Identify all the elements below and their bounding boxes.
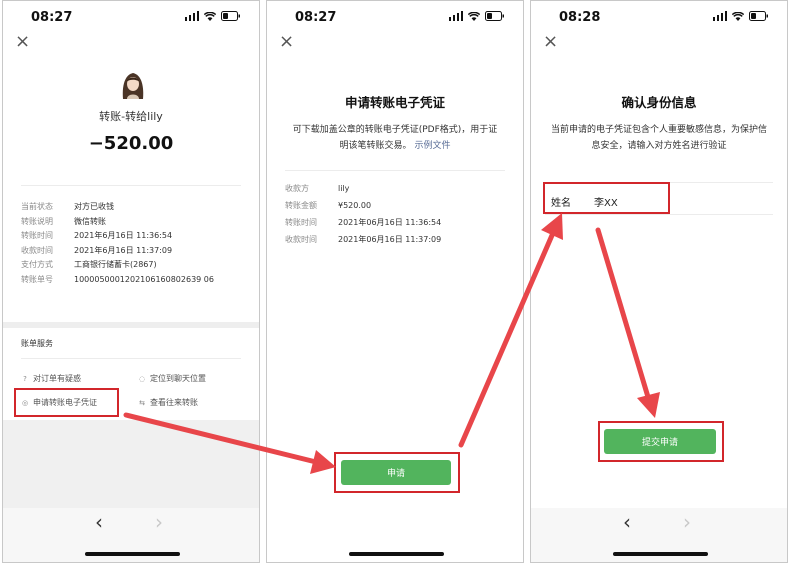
page-description: 可下载加盖公章的转账电子凭证(PDF格式)，用于证明该笔转账交易。 示例文件 xyxy=(289,122,501,154)
home-indicator xyxy=(85,552,180,556)
swap-icon: ⇆ xyxy=(139,398,145,407)
browser-nav-bar: ‹ › xyxy=(531,508,787,562)
detail-value: 微信转账 xyxy=(74,216,106,226)
divider xyxy=(21,358,241,359)
detail-value: 2021年06月16日 11:36:54 xyxy=(338,218,442,227)
cellular-signal-icon xyxy=(448,11,463,21)
voucher-detail-list: 收款方 lily 转账金额 ¥520.00 转账时间 2021年06月16日 11:3… xyxy=(285,182,513,250)
status-time: 08:27 xyxy=(295,10,337,25)
detail-key: 转账单号 xyxy=(21,274,53,284)
detail-row: 转账时间 2021年6月16日 11:36:54 xyxy=(21,229,249,244)
service-locate-chat[interactable]: ◌ 定位到聊天位置 xyxy=(138,373,206,384)
home-indicator xyxy=(613,552,708,556)
empty-area xyxy=(3,420,259,508)
phone-screen-verify-identity: 08:28 × 确认身份信息 当前申请的电子凭证包含个人重要敏感信息，为保护信息… xyxy=(530,0,788,563)
service-label: 定位到聊天位置 xyxy=(150,374,206,383)
battery-icon xyxy=(485,11,505,21)
wifi-icon xyxy=(732,11,744,21)
close-icon[interactable]: × xyxy=(279,33,294,51)
cellular-signal-icon xyxy=(712,11,727,21)
highlight-box xyxy=(334,452,460,493)
status-time: 08:28 xyxy=(559,10,601,25)
back-chevron-icon[interactable]: ‹ xyxy=(95,512,103,532)
status-bar: 08:28 xyxy=(531,8,787,28)
detail-row: 收款时间 2021年6月16日 11:37:09 xyxy=(21,244,249,259)
detail-key: 支付方式 xyxy=(21,260,53,269)
forward-chevron-icon[interactable]: › xyxy=(155,512,163,532)
detail-value: 2021年6月16日 11:37:09 xyxy=(74,245,173,255)
phone-screen-apply-voucher: 08:27 × 申请转账电子凭证 可下载加盖公章的转账电子凭证(PDF格式)，用… xyxy=(266,0,524,563)
detail-key: 转账说明 xyxy=(21,216,53,226)
detail-key: 转账金额 xyxy=(285,201,317,210)
detail-row: 当前状态 对方已收钱 xyxy=(21,200,249,215)
browser-nav-bar: ‹ › xyxy=(3,508,259,562)
divider xyxy=(21,185,241,186)
question-icon: ? xyxy=(23,374,27,383)
detail-value: 2021年6月16日 11:36:54 xyxy=(74,231,173,240)
page-description: 当前申请的电子凭证包含个人重要敏感信息，为保护信息安全，请输入对方姓名进行验证 xyxy=(550,125,767,151)
wifi-icon xyxy=(204,11,216,21)
phone-screen-bill-detail: 08:27 × 转账-转给lily −520.00 当前状态 对方已收钱 转账说明… xyxy=(2,0,260,563)
service-question-order[interactable]: ? 对订单有疑惑 xyxy=(21,373,81,384)
detail-key: 收款时间 xyxy=(21,245,53,255)
detail-row: 转账单号 1000050001202106160802639 06 xyxy=(21,273,249,288)
highlight-box xyxy=(14,388,119,417)
bill-detail-list: 当前状态 对方已收钱 转账说明 微信转账 转账时间 2021年6月16日 11:36:… xyxy=(21,200,249,287)
home-indicator xyxy=(349,552,444,556)
services-title: 账单服务 xyxy=(21,339,53,348)
divider xyxy=(285,170,505,171)
detail-value: 2021年06月16日 11:37:09 xyxy=(338,235,442,244)
avatar xyxy=(118,69,148,99)
description-text: 可下载加盖公章的转账电子凭证(PDF格式)，用于证明该笔转账交易。 xyxy=(292,125,498,151)
page-title: 确认身份信息 xyxy=(621,95,697,110)
detail-row: 转账时间 2021年06月16日 11:36:54 xyxy=(285,216,513,233)
battery-icon xyxy=(221,11,241,21)
detail-value: lily xyxy=(338,184,350,193)
detail-row: 收款时间 2021年06月16日 11:37:09 xyxy=(285,233,513,250)
close-icon[interactable]: × xyxy=(15,33,30,51)
sample-file-link[interactable]: 示例文件 xyxy=(414,141,450,151)
service-view-history[interactable]: ⇆ 查看往来转账 xyxy=(138,397,198,408)
page-title: 申请转账电子凭证 xyxy=(344,95,445,110)
highlight-box xyxy=(543,182,670,214)
status-time: 08:27 xyxy=(31,10,73,25)
status-bar: 08:27 xyxy=(267,8,523,28)
detail-value: 对方已收钱 xyxy=(74,202,114,211)
status-bar: 08:27 xyxy=(3,8,259,28)
highlight-box xyxy=(598,421,724,462)
detail-key: 收款时间 xyxy=(285,235,317,244)
battery-icon xyxy=(749,11,769,21)
transfer-title: 转账-转给lily xyxy=(99,110,163,123)
detail-row: 收款方 lily xyxy=(285,182,513,199)
forward-chevron-icon[interactable]: › xyxy=(683,512,691,532)
chat-bubble-icon: ◌ xyxy=(138,374,146,383)
detail-key: 转账时间 xyxy=(285,218,317,227)
back-chevron-icon[interactable]: ‹ xyxy=(623,512,631,532)
service-label: 查看往来转账 xyxy=(150,398,198,407)
detail-value: 工商银行储蓄卡(2867) xyxy=(74,260,157,269)
detail-value: ¥520.00 xyxy=(338,201,372,210)
detail-row: 支付方式 工商银行储蓄卡(2867) xyxy=(21,258,249,273)
detail-value: 1000050001202106160802639 06 xyxy=(74,274,214,284)
service-label: 对订单有疑惑 xyxy=(33,374,81,383)
detail-row: 转账说明 微信转账 xyxy=(21,215,249,230)
detail-key: 收款方 xyxy=(285,184,309,193)
cellular-signal-icon xyxy=(184,11,199,21)
divider xyxy=(545,214,773,215)
detail-key: 当前状态 xyxy=(21,202,53,211)
section-separator xyxy=(3,322,259,328)
detail-row: 转账金额 ¥520.00 xyxy=(285,199,513,216)
wifi-icon xyxy=(468,11,480,21)
transfer-amount: −520.00 xyxy=(88,133,174,154)
detail-key: 转账时间 xyxy=(21,231,53,240)
close-icon[interactable]: × xyxy=(543,33,558,51)
